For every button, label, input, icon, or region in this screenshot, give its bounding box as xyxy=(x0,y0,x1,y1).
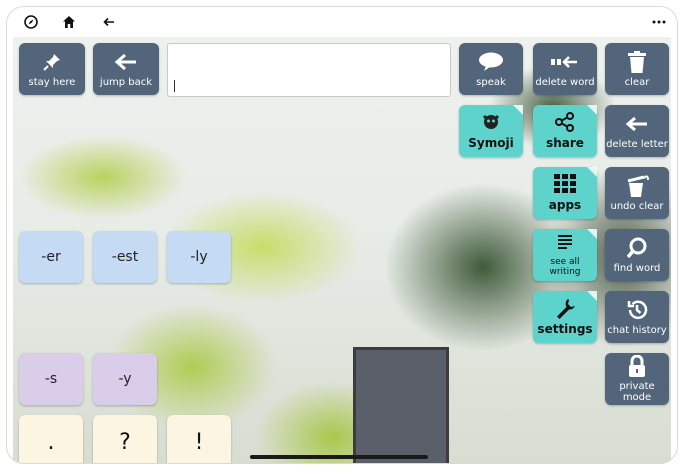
top-toolbar xyxy=(7,7,677,37)
stay-here-button[interactable]: stay here xyxy=(19,43,85,95)
suffix-est-tile[interactable]: -est xyxy=(93,231,157,283)
wrench-icon xyxy=(554,297,576,320)
symoji-folder[interactable]: Symoji xyxy=(459,105,523,157)
more-icon[interactable] xyxy=(649,12,669,32)
find-word-button[interactable]: find word xyxy=(605,229,669,281)
search-icon xyxy=(626,237,648,259)
speak-button[interactable]: speak xyxy=(459,43,523,95)
private-mode-button[interactable]: private mode xyxy=(605,353,669,405)
board-area: stay here jump back speak Symoji delete … xyxy=(13,37,671,463)
suffix-er-label: -er xyxy=(41,249,61,265)
history-icon xyxy=(626,299,648,321)
question-mark-tile[interactable]: ? xyxy=(93,415,157,463)
share-label: share xyxy=(546,136,584,151)
symoji-label: Symoji xyxy=(468,136,514,151)
see-all-writing-folder[interactable]: see all writing xyxy=(533,229,597,281)
speech-bubble-icon xyxy=(478,51,504,73)
jump-back-label: jump back xyxy=(99,76,153,88)
left-arrow-icon xyxy=(114,51,138,73)
settings-label: settings xyxy=(537,322,593,337)
back-arrow-icon[interactable] xyxy=(99,12,119,32)
apps-folder[interactable]: apps xyxy=(533,167,597,219)
suffix-ly-tile[interactable]: -ly xyxy=(167,231,231,283)
settings-folder[interactable]: settings xyxy=(533,291,597,343)
suffix-est-label: -est xyxy=(111,249,139,265)
period-label: . xyxy=(47,429,55,455)
clear-button[interactable]: clear xyxy=(605,43,669,95)
share-icon xyxy=(554,111,576,133)
private-mode-label: private mode xyxy=(619,381,655,403)
chat-history-label: chat history xyxy=(607,324,667,336)
see-all-writing-label: see all writing xyxy=(549,257,581,277)
delete-word-button[interactable]: delete word xyxy=(533,43,597,95)
home-indicator[interactable] xyxy=(250,455,428,459)
stay-here-label: stay here xyxy=(28,76,76,88)
apps-label: apps xyxy=(548,198,582,213)
exclamation-tile[interactable]: ! xyxy=(167,415,231,463)
tablet-frame: stay here jump back speak Symoji delete … xyxy=(6,6,678,464)
suffix-y-label: -y xyxy=(118,371,132,387)
undo-clear-button[interactable]: undo clear xyxy=(605,167,669,219)
background-shelf xyxy=(353,347,449,463)
symoji-face-icon xyxy=(481,111,501,133)
suffix-ly-label: -ly xyxy=(190,249,208,265)
delete-letter-button[interactable]: delete letter xyxy=(605,105,669,157)
suffix-s-label: -s xyxy=(44,371,58,387)
grid-icon xyxy=(554,173,576,195)
text-caret xyxy=(174,80,175,92)
delete-word-label: delete word xyxy=(535,76,595,88)
left-arrow-icon xyxy=(625,113,649,135)
jump-back-button[interactable]: jump back xyxy=(93,43,159,95)
undo-clear-label: undo clear xyxy=(610,200,664,212)
find-word-label: find word xyxy=(613,262,661,274)
lock-icon xyxy=(628,355,646,377)
speak-label: speak xyxy=(476,76,506,88)
trash-icon xyxy=(628,50,646,73)
document-lines-icon xyxy=(558,232,572,254)
question-mark-label: ? xyxy=(119,429,131,455)
compass-icon[interactable] xyxy=(21,12,41,32)
suffix-y-tile[interactable]: -y xyxy=(93,353,157,405)
suffix-s-tile[interactable]: -s xyxy=(19,353,83,405)
pin-icon xyxy=(42,51,62,73)
suffix-er-tile[interactable]: -er xyxy=(19,231,83,283)
message-input[interactable] xyxy=(167,43,451,97)
undo-trash-icon xyxy=(625,174,649,197)
delete-letter-label: delete letter xyxy=(606,138,668,150)
clear-label: clear xyxy=(624,76,650,88)
exclamation-label: ! xyxy=(194,429,204,455)
share-folder[interactable]: share xyxy=(533,105,597,157)
period-tile[interactable]: . xyxy=(19,415,83,463)
home-icon[interactable] xyxy=(59,12,79,32)
chat-history-button[interactable]: chat history xyxy=(605,291,669,343)
delete-word-icon xyxy=(551,51,579,73)
